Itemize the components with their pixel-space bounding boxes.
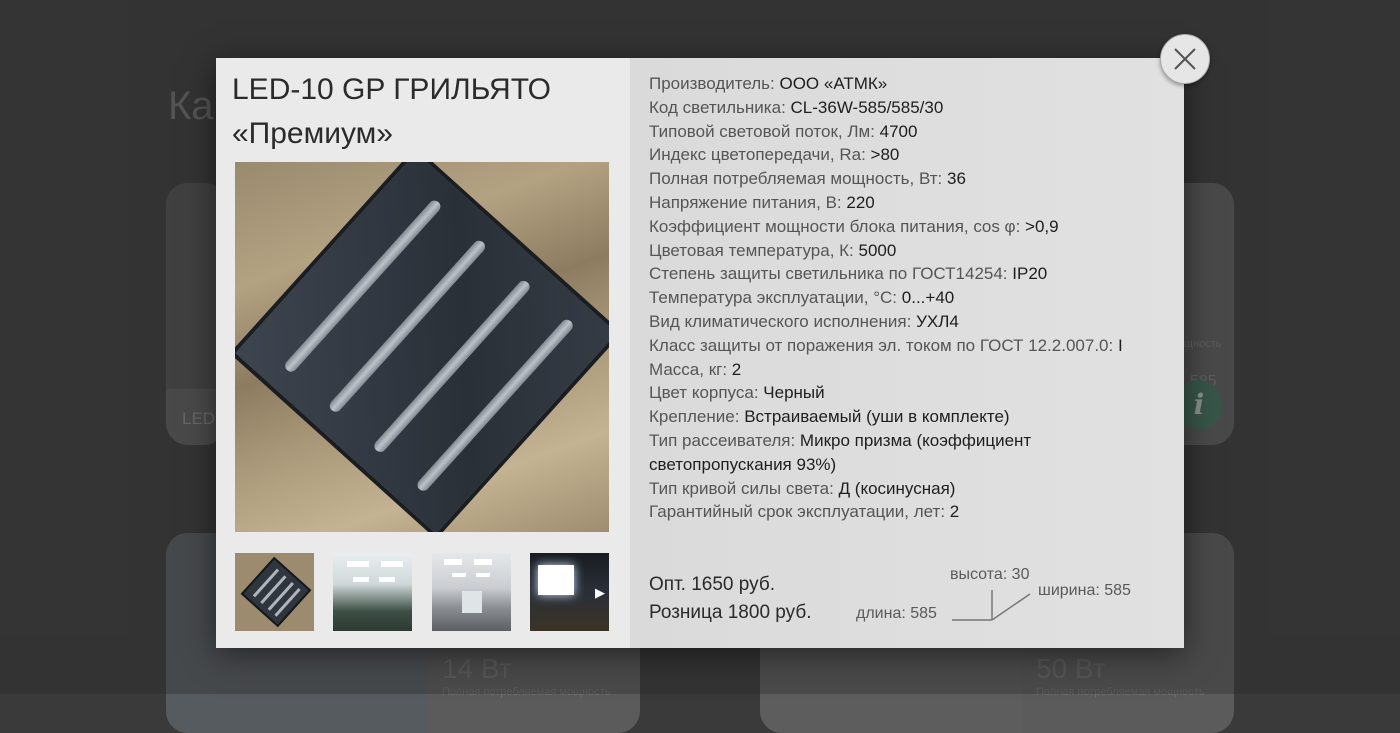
spec-label: Класс защиты от поражения эл. током по Г…: [649, 335, 1118, 355]
spec-label: Крепление:: [649, 407, 745, 427]
spec-row: Производитель: ООО «АТМК»: [649, 72, 1169, 96]
spec-value: 2: [731, 359, 742, 379]
spec-value: Встраиваемый (уши в комплекте): [744, 407, 1010, 427]
gallery-thumbnail-1[interactable]: [235, 553, 314, 631]
price-wholesale: Опт. 1650 руб.: [649, 574, 775, 595]
spec-value: IP20: [1012, 264, 1048, 284]
product-modal: LED-10 GP ГРИЛЬЯТО «Премиум» ▶ Производи…: [216, 58, 1184, 648]
spec-row: Вид климатического исполнения: УХЛ4: [649, 310, 1169, 334]
ceiling-light: [379, 577, 395, 582]
light-tube: [371, 278, 533, 455]
close-button[interactable]: [1160, 34, 1210, 84]
spec-row: Температура эксплуатации, °С: 0...+40: [649, 286, 1169, 310]
spec-label: Вид климатического исполнения:: [649, 311, 917, 331]
main-product-photo: [235, 162, 609, 532]
dimension-width: ширина: 585: [1038, 582, 1131, 599]
spec-label: Гарантийный срок эксплуатации, лет:: [649, 502, 950, 522]
light-tube: [260, 575, 287, 605]
spec-value: I: [1117, 335, 1123, 355]
product-title: LED-10 GP ГРИЛЬЯТО «Премиум»: [232, 68, 612, 156]
spec-value: 2: [949, 502, 960, 522]
spec-row: Цветовая температура, К: 5000: [649, 239, 1169, 263]
spec-row: Тип рассеивателя: Микро призма (коэффици…: [649, 429, 1169, 477]
spec-row: Степень защиты светильника по ГОСТ14254:…: [649, 262, 1169, 286]
spec-value: CL-36W-585/585/30: [790, 97, 944, 117]
spec-label: Тип рассеивателя:: [649, 430, 800, 450]
price-retail: Розница 1800 руб.: [649, 602, 812, 623]
spec-label: Цвет корпуса:: [649, 383, 764, 403]
spec-value: Черный: [763, 383, 825, 403]
ceiling-light: [353, 577, 369, 582]
spec-value: 220: [846, 192, 875, 212]
spec-row: Полная потребляемая мощность, Вт: 36: [649, 167, 1169, 191]
spec-label: Масса, кг:: [649, 359, 732, 379]
spec-row: Коэффициент мощности блока питания, cos …: [649, 215, 1169, 239]
chevron-right-icon[interactable]: ▶: [595, 585, 605, 601]
spec-value: ООО «АТМК»: [779, 74, 888, 93]
spec-row: Типовой световой поток, Лм: 4700: [649, 120, 1169, 144]
dimension-height: высота: 30: [950, 566, 1030, 583]
spec-value: Д (косинусная): [838, 478, 956, 498]
spec-label: Тип кривой силы света:: [649, 478, 839, 498]
spec-row: Индекс цветопередачи, Ra: >80: [649, 143, 1169, 167]
spec-row: Гарантийный срок эксплуатации, лет: 2: [649, 500, 1169, 524]
spec-label: Цветовая температура, К:: [649, 240, 859, 260]
light-tube: [415, 317, 576, 494]
spec-value: 5000: [858, 240, 897, 260]
ceiling-light: [476, 573, 490, 577]
gallery-thumbnail-2[interactable]: [333, 553, 412, 631]
spec-row: Крепление: Встраиваемый (уши в комплекте…: [649, 405, 1169, 429]
ceiling-light: [444, 559, 462, 565]
spec-label: Коэффициент мощности блока питания, cos …: [649, 216, 1026, 236]
spec-value: >80: [870, 145, 900, 165]
luminaire-panel: [240, 556, 312, 628]
ceiling-light: [538, 565, 574, 595]
spec-value: >0,9: [1025, 216, 1059, 236]
spec-value: 4700: [879, 121, 918, 141]
spec-label: Индекс цветопередачи, Ra:: [649, 145, 871, 165]
gallery-thumbnail-4[interactable]: ▶: [530, 553, 609, 631]
spec-label: Производитель:: [649, 74, 780, 93]
close-icon: [1174, 48, 1196, 70]
specs-list: Производитель: ООО «АТМК» Код светильника…: [649, 72, 1169, 524]
ceiling-light: [347, 561, 369, 567]
spec-value: УХЛ4: [916, 311, 959, 331]
spec-label: Полная потребляемая мощность, Вт:: [649, 169, 947, 189]
spec-label: Степень защиты светильника по ГОСТ14254:: [649, 264, 1013, 284]
ceiling-light: [381, 561, 403, 567]
spec-value: 0...+40: [901, 288, 955, 308]
spec-value: 36: [946, 169, 966, 189]
gallery-thumbnail-3[interactable]: [432, 553, 511, 631]
light-tube: [252, 568, 280, 598]
light-tube: [274, 587, 301, 617]
luminaire-panel: [235, 162, 609, 532]
spec-label: Температура эксплуатации, °С:: [649, 288, 902, 308]
spec-row: Код светильника: CL-36W-585/585/30: [649, 96, 1169, 120]
product-title-line1: LED-10 GP ГРИЛЬЯТО: [232, 73, 552, 106]
spec-row: Напряжение питания, В: 220: [649, 191, 1169, 215]
spec-row: Тип кривой силы света: Д (косинусная): [649, 477, 1169, 501]
room-window: [462, 591, 482, 613]
ceiling-light: [452, 573, 466, 577]
modal-left-panel: LED-10 GP ГРИЛЬЯТО «Премиум» ▶: [216, 58, 630, 648]
dimension-length: длина: 585: [856, 605, 937, 622]
spec-row: Цвет корпуса: Черный: [649, 381, 1169, 405]
spec-row: Масса, кг: 2: [649, 358, 1169, 382]
spec-row: Класс защиты от поражения эл. током по Г…: [649, 334, 1169, 358]
spec-label: Код светильника:: [649, 97, 791, 117]
spec-label: Типовой световой поток, Лм:: [649, 121, 880, 141]
light-tube: [327, 238, 488, 415]
spec-label: Напряжение питания, В:: [649, 192, 847, 212]
product-title-line2: «Премиум»: [232, 117, 393, 150]
light-tube: [282, 198, 443, 375]
ceiling-light: [474, 559, 492, 565]
modal-right-panel: Производитель: ООО «АТМК» Код светильника…: [630, 58, 1184, 648]
